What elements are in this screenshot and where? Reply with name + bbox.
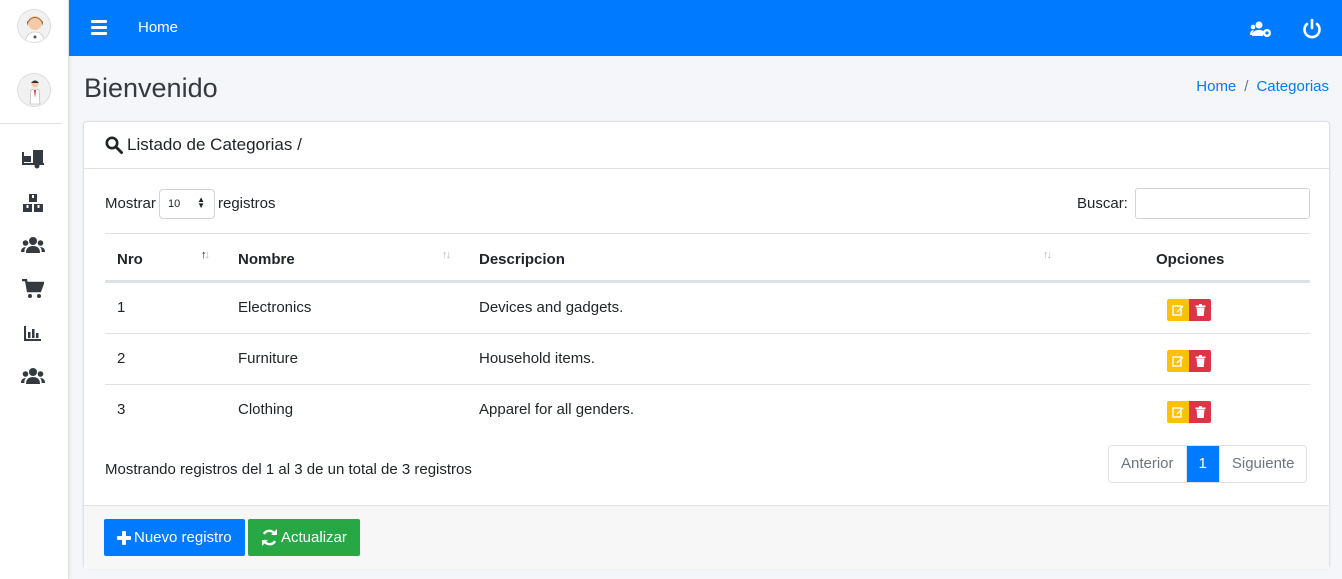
cell-descripcion: Apparel for all genders.	[479, 401, 635, 418]
breadcrumb-current[interactable]: Categorias	[1256, 78, 1329, 95]
card-footer: Nuevo registro Actualizar	[84, 505, 1329, 569]
sidebar	[0, 0, 69, 579]
table-header: Nro ↑↓ Nombre ↑↓ Descripcion ↑↓ Opciones	[105, 233, 1310, 283]
sidebar-item-shipments[interactable]	[20, 148, 46, 170]
pagination-page-1[interactable]: 1	[1186, 446, 1219, 482]
edit-icon	[1172, 305, 1184, 316]
trash-icon	[1195, 304, 1205, 316]
breadcrumb: Home / Categorias	[1196, 78, 1329, 95]
new-record-button[interactable]: Nuevo registro	[104, 519, 245, 556]
menu-toggle-icon[interactable]	[91, 20, 107, 36]
refresh-label: Actualizar	[281, 529, 347, 546]
column-header-opciones: Opciones	[1156, 251, 1225, 268]
cell-nro: 2	[117, 350, 126, 367]
users-icon	[21, 237, 45, 253]
trash-icon	[1195, 406, 1205, 418]
cell-descripcion: Devices and gadgets.	[479, 299, 624, 316]
boxes-icon	[23, 194, 43, 212]
search-input[interactable]	[1135, 188, 1310, 219]
top-navbar: Home	[69, 0, 1342, 56]
cell-nro: 1	[117, 299, 126, 316]
sort-icon[interactable]: ↑↓	[442, 249, 451, 261]
shopping-cart-icon	[22, 279, 44, 298]
page-title: Bienvenido	[84, 73, 218, 103]
plus-icon	[117, 530, 131, 545]
page-length-value: 10	[168, 198, 181, 210]
pagination-next[interactable]: Siguiente	[1218, 446, 1307, 482]
select-arrows-icon: ▲ ▼	[197, 195, 205, 210]
edit-button[interactable]	[1167, 350, 1189, 372]
column-header-nro[interactable]: Nro	[117, 251, 143, 268]
users-icon	[21, 368, 45, 384]
categories-table: Nro ↑↓ Nombre ↑↓ Descripcion ↑↓ Opciones…	[105, 233, 1310, 436]
users-cog-icon[interactable]	[1250, 18, 1272, 40]
cell-descripcion: Household items.	[479, 350, 595, 367]
sidebar-item-users[interactable]	[20, 365, 46, 387]
sidebar-divider	[0, 123, 62, 124]
breadcrumb-separator: /	[1244, 78, 1249, 95]
table-info: Mostrando registros del 1 al 3 de un tot…	[105, 461, 472, 478]
sidebar-item-reports[interactable]	[20, 322, 46, 344]
page-length-select[interactable]: 10 ▲ ▼	[159, 189, 215, 219]
search-icon	[105, 136, 123, 154]
table-row: 3 Clothing Apparel for all genders.	[105, 385, 1310, 436]
sort-asc-icon[interactable]: ↑↓	[201, 249, 210, 261]
column-header-descripcion[interactable]: Descripcion	[479, 251, 565, 268]
delete-button[interactable]	[1189, 350, 1211, 372]
sidebar-item-products[interactable]	[20, 192, 46, 214]
delete-button[interactable]	[1189, 299, 1211, 321]
pagination-prev[interactable]: Anterior	[1109, 446, 1187, 482]
edit-button[interactable]	[1167, 299, 1189, 321]
trash-icon	[1195, 355, 1205, 367]
nav-home-link[interactable]: Home	[138, 19, 178, 36]
sidebar-item-sales[interactable]	[20, 278, 46, 300]
sync-icon	[262, 529, 277, 546]
search-label: Buscar:	[1077, 195, 1128, 212]
length-label: Mostrar	[105, 195, 156, 212]
pagination: Anterior 1 Siguiente	[1108, 445, 1308, 483]
edit-button[interactable]	[1167, 401, 1189, 423]
new-record-label: Nuevo registro	[134, 529, 232, 546]
card-header: Listado de Categorias /	[84, 122, 1329, 169]
card-title-text: Listado de Categorias /	[127, 135, 302, 154]
cell-nombre: Clothing	[238, 401, 294, 418]
brand-logo[interactable]	[17, 73, 51, 107]
refresh-button[interactable]: Actualizar	[248, 519, 360, 556]
user-avatar[interactable]	[17, 9, 51, 43]
edit-icon	[1172, 407, 1184, 418]
sidebar-item-clients[interactable]	[20, 234, 46, 256]
categories-card: Listado de Categorias / Mostrar 10 ▲ ▼ re…	[83, 121, 1330, 569]
breadcrumb-home[interactable]: Home	[1196, 78, 1236, 95]
chart-bar-icon	[24, 326, 41, 341]
table-row: 1 Electronics Devices and gadgets.	[105, 283, 1310, 334]
edit-icon	[1172, 356, 1184, 367]
column-header-nombre[interactable]: Nombre	[238, 251, 295, 268]
cell-nombre: Furniture	[238, 350, 299, 367]
sort-icon[interactable]: ↑↓	[1043, 249, 1052, 261]
table-row: 2 Furniture Household items.	[105, 334, 1310, 385]
truck-loading-icon	[22, 150, 44, 169]
cell-nro: 3	[117, 401, 126, 418]
length-suffix: registros	[218, 195, 276, 212]
delete-button[interactable]	[1189, 401, 1211, 423]
power-off-icon[interactable]	[1301, 18, 1323, 40]
cell-nombre: Electronics	[238, 299, 312, 316]
card-title: Listado de Categorias /	[105, 135, 302, 155]
